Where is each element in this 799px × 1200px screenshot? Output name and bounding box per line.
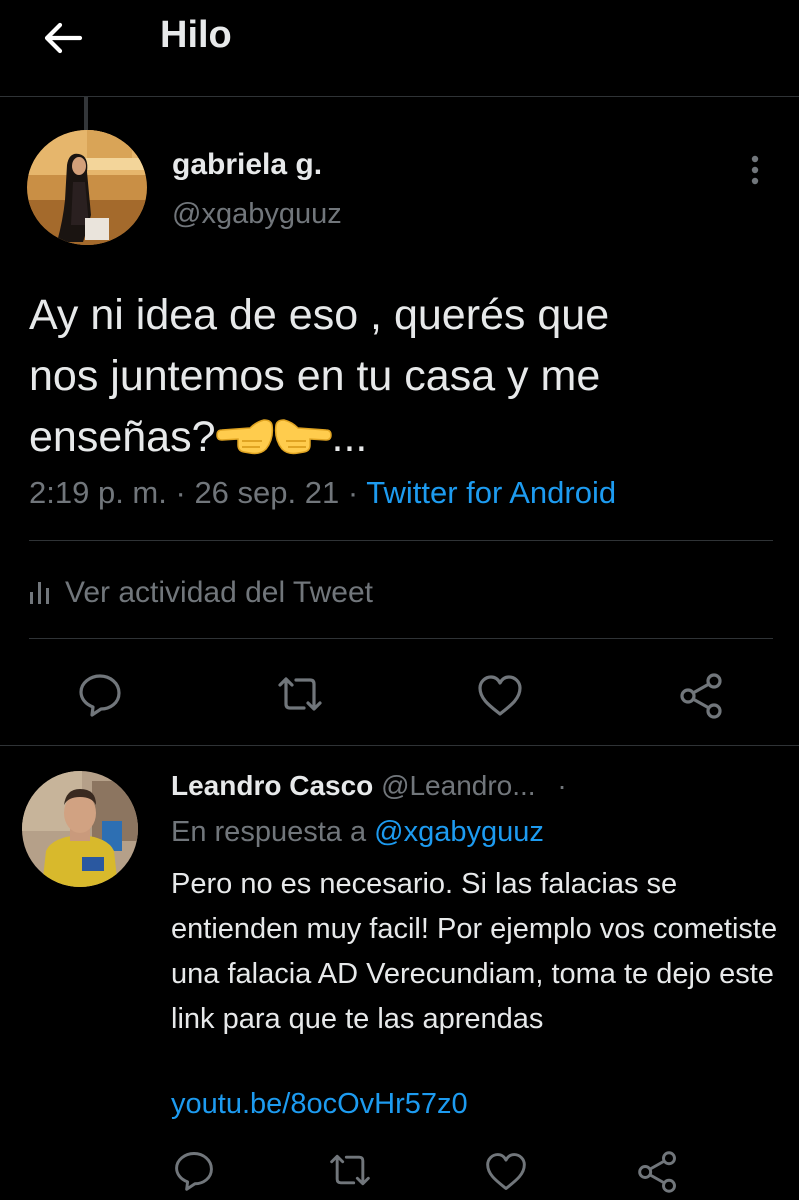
reply-text: Pero no es necesario. Si las falacias se… bbox=[171, 868, 778, 1035]
divider bbox=[29, 638, 773, 639]
like-button[interactable] bbox=[476, 672, 524, 720]
thread-connector-line bbox=[84, 97, 88, 131]
retweet-button[interactable] bbox=[274, 670, 322, 718]
tweet-separator bbox=[0, 745, 799, 746]
reply-author-handle[interactable]: @Leandro... bbox=[381, 770, 536, 801]
author-handle[interactable]: @xgabyguuz bbox=[172, 198, 342, 231]
activity-label: Ver actividad del Tweet bbox=[65, 576, 373, 609]
meta-separator: · bbox=[347, 475, 359, 510]
author-avatar[interactable] bbox=[27, 130, 147, 245]
share-icon bbox=[680, 673, 722, 719]
author-name[interactable]: gabriela g. bbox=[172, 148, 322, 182]
reply-author-name[interactable]: Leandro Casco bbox=[171, 770, 373, 801]
reply-link[interactable]: youtu.be/8ocOvHr57z0 bbox=[171, 1088, 468, 1121]
thread-page: Hilo gabriela g. @xgabyguuz Ay ni idea d… bbox=[0, 0, 799, 1200]
divider bbox=[29, 540, 773, 541]
like-icon bbox=[486, 1153, 526, 1190]
tweet-text-line: Ay ni idea de eso , querés que bbox=[29, 291, 610, 339]
avatar-image bbox=[22, 771, 138, 887]
share-icon bbox=[638, 1151, 676, 1193]
avatar-image bbox=[27, 130, 147, 245]
pointing-left-emoji-icon bbox=[215, 413, 274, 474]
tweet-activity-button[interactable]: Ver actividad del Tweet bbox=[29, 570, 373, 616]
analytics-icon bbox=[30, 582, 49, 604]
reply-icon bbox=[79, 674, 121, 717]
tweet-source-link[interactable]: Twitter for Android bbox=[366, 475, 616, 510]
reply-icon bbox=[175, 1152, 213, 1191]
arrow-left-icon bbox=[44, 22, 83, 54]
reply-author-avatar[interactable] bbox=[22, 771, 138, 887]
share-button[interactable] bbox=[636, 1150, 684, 1198]
more-vertical-icon bbox=[751, 155, 759, 185]
page-title: Hilo bbox=[160, 14, 232, 56]
reply-header-separator: · bbox=[557, 770, 567, 801]
retweet-button[interactable] bbox=[326, 1148, 374, 1196]
tweet-date[interactable]: 26 sep. 21 bbox=[194, 475, 339, 510]
tweet-text: Ay ni idea de eso , querés que nos junte… bbox=[29, 285, 779, 474]
top-bar: Hilo bbox=[0, 0, 799, 97]
like-icon bbox=[478, 675, 522, 716]
reply-button[interactable] bbox=[172, 1148, 220, 1196]
reply-button[interactable] bbox=[76, 670, 124, 718]
more-options-button[interactable] bbox=[738, 152, 772, 192]
tweet-text-segment: ... bbox=[331, 413, 368, 461]
reply-header: Leandro Casco @Leandro... · bbox=[171, 770, 567, 802]
replying-to: En respuesta a @xgabyguuz bbox=[171, 816, 544, 849]
replying-to-label: En respuesta a bbox=[171, 816, 367, 848]
tweet-text-segment: enseñas? bbox=[29, 413, 216, 461]
tweet-time[interactable]: 2:19 p. m. bbox=[29, 475, 167, 510]
tweet-text-line: enseñas?... bbox=[29, 407, 779, 474]
share-button[interactable] bbox=[678, 672, 726, 720]
tweet-text-line: nos juntemos en tu casa y me bbox=[29, 352, 601, 400]
pointing-right-emoji-icon bbox=[274, 413, 332, 474]
meta-separator: · bbox=[175, 475, 186, 510]
like-button[interactable] bbox=[484, 1150, 532, 1198]
tweet-metadata: 2:19 p. m. · 26 sep. 21 · Twitter for An… bbox=[29, 475, 616, 511]
back-button[interactable] bbox=[40, 18, 84, 58]
retweet-icon bbox=[330, 1154, 370, 1186]
retweet-icon bbox=[278, 677, 322, 711]
replying-to-mention[interactable]: @xgabyguuz bbox=[374, 816, 544, 848]
